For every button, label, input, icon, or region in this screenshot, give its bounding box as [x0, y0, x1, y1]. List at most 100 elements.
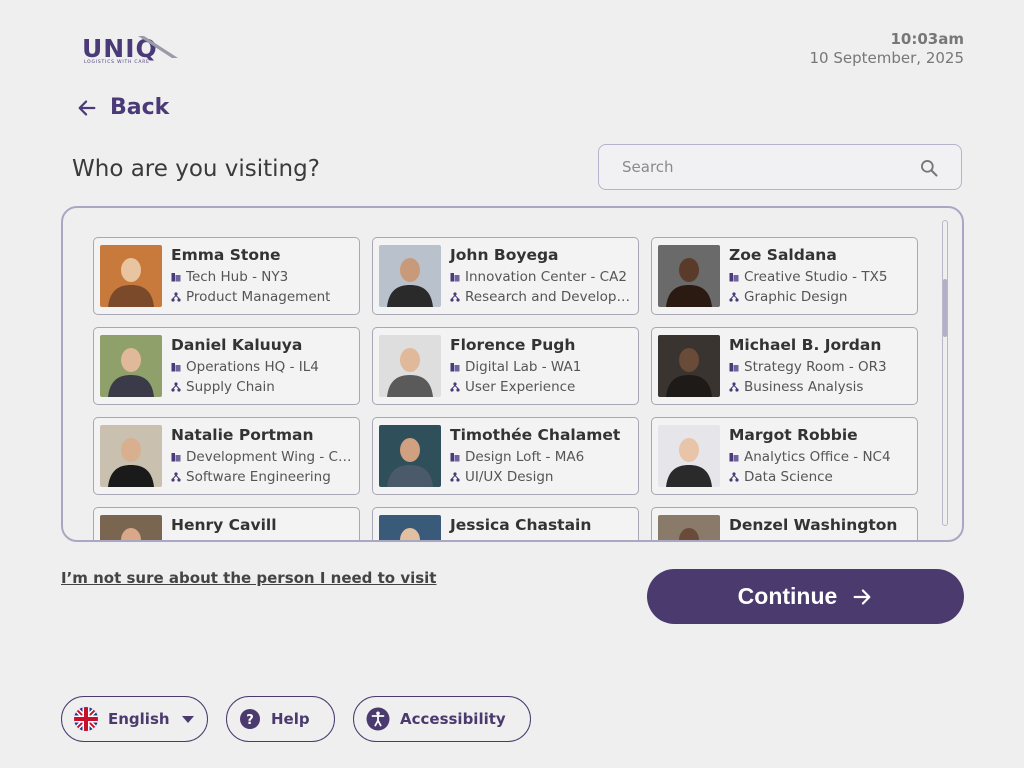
person-location: Creative Studio - TX5 [729, 269, 887, 285]
person-photo [100, 515, 162, 540]
person-name: Margot Robbie [729, 426, 858, 444]
person-location-text: Development Wing - CO2 [186, 449, 357, 465]
person-name: Timothée Chalamet [450, 426, 621, 444]
building-icon [171, 539, 181, 542]
org-chart-icon [450, 472, 460, 482]
search-input[interactable] [620, 157, 904, 177]
person-name: Michael B. Jordan [729, 336, 882, 354]
person-card[interactable]: Jessica Chastain [372, 507, 639, 540]
person-photo [379, 245, 441, 307]
person-name: Henry Cavill [171, 516, 277, 534]
building-icon [729, 453, 739, 462]
person-name: Natalie Portman [171, 426, 314, 444]
person-name: Denzel Washington [729, 516, 898, 534]
person-department-text: UI/UX Design [465, 469, 554, 485]
person-location-text: Analytics Office - NC4 [744, 449, 891, 465]
person-location-text: Innovation Center - CA2 [465, 269, 627, 285]
person-location: Development Wing - CO2 [171, 449, 357, 465]
person-department-text: Product Management [186, 289, 331, 305]
person-card[interactable]: John Boyega Innovation Center - CA2 Resear… [372, 237, 639, 315]
person-location-text: Tech Hub - NY3 [186, 269, 289, 285]
language-label: English [108, 710, 170, 728]
person-name: Daniel Kaluuya [171, 336, 303, 354]
brand-tagline: LOGISTICS WITH CARE [84, 60, 150, 65]
person-department-text: Software Engineering [186, 469, 331, 485]
person-card[interactable]: Zoe Saldana Creative Studio - TX5 Graphic … [651, 237, 918, 315]
not-sure-link[interactable]: I’m not sure about the person I need to … [61, 569, 436, 587]
clock-time: 10:03am [890, 30, 965, 48]
building-icon [171, 363, 181, 372]
person-department-text: Data Science [744, 469, 833, 485]
person-photo [379, 515, 441, 540]
person-photo [658, 425, 720, 487]
building-icon [729, 363, 739, 372]
continue-button[interactable]: Continue [647, 569, 964, 624]
person-photo [379, 425, 441, 487]
people-grid: Emma Stone Tech Hub - NY3 Product Manageme… [93, 237, 918, 542]
person-location [171, 539, 186, 542]
scrollbar-thumb[interactable] [943, 279, 947, 337]
person-name: Emma Stone [171, 246, 281, 264]
person-card[interactable]: Margot Robbie Analytics Office - NC4 Data … [651, 417, 918, 495]
org-chart-icon [450, 292, 460, 302]
clock: 10:03am 10 September, 2025 [810, 30, 964, 68]
person-name: Florence Pugh [450, 336, 576, 354]
org-chart-icon [729, 472, 739, 482]
org-chart-icon [729, 382, 739, 392]
person-card[interactable]: Daniel Kaluuya Operations HQ - IL4 Supply … [93, 327, 360, 405]
clock-date: 10 September, 2025 [809, 49, 964, 67]
person-department: User Experience [450, 379, 575, 395]
person-location [450, 539, 465, 540]
person-department-text: Business Analysis [744, 379, 864, 395]
building-icon [729, 539, 739, 542]
person-location: Design Loft - MA6 [450, 449, 584, 465]
person-location: Tech Hub - NY3 [171, 269, 288, 285]
building-icon [450, 363, 460, 372]
person-photo [379, 335, 441, 397]
person-department-text: Graphic Design [744, 289, 848, 305]
uk-flag-icon [74, 707, 98, 731]
accessibility-icon [366, 707, 390, 731]
person-name: Jessica Chastain [450, 516, 592, 534]
logo-swoosh-icon [138, 36, 178, 58]
scrollbar[interactable] [942, 220, 948, 526]
org-chart-icon [171, 292, 181, 302]
person-card[interactable]: Natalie Portman Development Wing - CO2 Sof… [93, 417, 360, 495]
search-box[interactable] [598, 144, 962, 190]
back-button[interactable]: Back [76, 95, 169, 120]
help-button[interactable]: ? Help [226, 696, 335, 742]
person-department: Research and Development [450, 289, 636, 305]
person-location: Operations HQ - IL4 [171, 359, 319, 375]
person-name: Zoe Saldana [729, 246, 837, 264]
person-location-text: Design Loft - MA6 [465, 449, 585, 465]
person-card[interactable]: Henry Cavill [93, 507, 360, 542]
person-photo [100, 245, 162, 307]
building-icon [171, 453, 181, 462]
person-card[interactable]: Michael B. Jordan Strategy Room - OR3 Busi… [651, 327, 918, 405]
building-icon [171, 273, 181, 282]
search-icon[interactable] [919, 158, 939, 178]
person-location: Digital Lab - WA1 [450, 359, 581, 375]
person-photo [100, 335, 162, 397]
person-card[interactable]: Denzel Washington [651, 507, 918, 542]
org-chart-icon [729, 292, 739, 302]
accessibility-button[interactable]: Accessibility [353, 696, 531, 742]
building-icon [450, 453, 460, 462]
building-icon [729, 273, 739, 282]
arrow-right-icon [853, 588, 871, 605]
org-chart-icon [171, 382, 181, 392]
person-card[interactable]: Timothée Chalamet Design Loft - MA6 UI/UX … [372, 417, 639, 495]
org-chart-icon [171, 472, 181, 482]
person-department: Graphic Design [729, 289, 848, 305]
org-chart-icon [450, 382, 460, 392]
caret-down-icon [181, 716, 194, 723]
svg-text:?: ? [246, 713, 254, 728]
person-location-text: Operations HQ - IL4 [186, 359, 319, 375]
person-photo [100, 425, 162, 487]
person-department: UI/UX Design [450, 469, 553, 485]
person-card[interactable]: Florence Pugh Digital Lab - WA1 User Exper… [372, 327, 639, 405]
person-department-text: Supply Chain [186, 379, 275, 395]
language-selector[interactable]: English [61, 696, 208, 742]
continue-label: Continue [737, 583, 838, 609]
person-card[interactable]: Emma Stone Tech Hub - NY3 Product Manageme… [93, 237, 360, 315]
